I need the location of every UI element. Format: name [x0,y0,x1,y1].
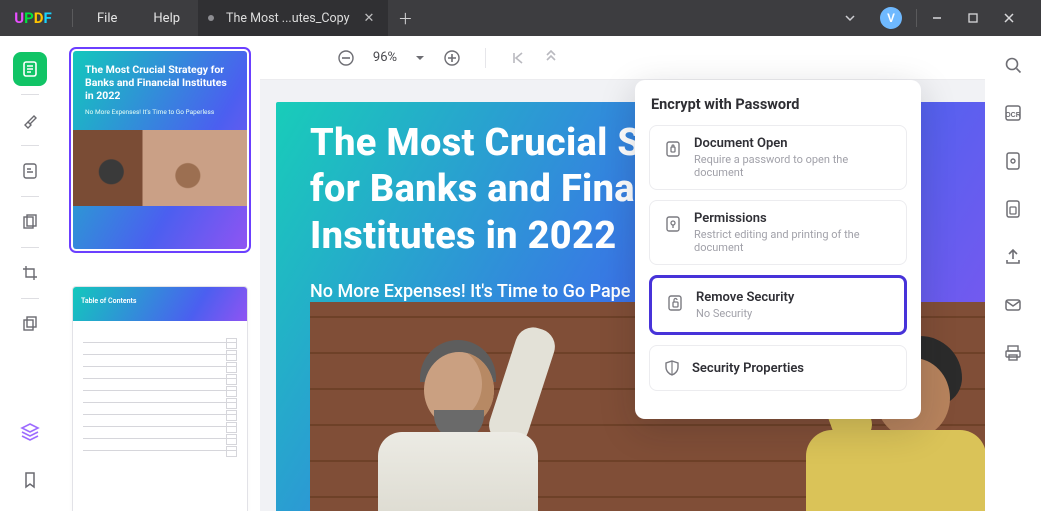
thumb1-image [73,130,247,206]
titlebar: UPDF File Help The Most ...utes_Copy ✕ ＋… [0,0,1041,36]
organize-pages-button[interactable] [13,205,47,239]
toolbar-divider [485,48,486,68]
card-subtitle: Require a password to open the document [694,153,894,179]
card-title: Security Properties [692,361,804,376]
permissions-icon [662,213,684,235]
thumb1-title: The Most Crucial Strategy for Banks and … [85,63,235,102]
card-subtitle: Restrict editing and printing of the doc… [694,228,894,254]
window-maximize-button[interactable] [967,12,995,24]
layers-button[interactable] [13,415,47,449]
thumbnail-page-2[interactable]: Table of Contents [72,286,248,511]
zoom-out-button[interactable] [337,49,355,67]
card-title: Document Open [694,136,894,151]
edit-text-button[interactable] [13,154,47,188]
protect-icon[interactable] [1000,148,1026,174]
shield-icon [662,358,682,378]
rail-separator [21,94,39,95]
right-tool-rail: OCR [985,36,1041,511]
rail-separator [21,196,39,197]
document-tab[interactable]: The Most ...utes_Copy ✕ [198,0,388,36]
thumb2-toc: Table of Contents [81,297,239,305]
crop-tool-button[interactable] [13,256,47,290]
close-tab-icon[interactable]: ✕ [364,11,375,26]
view-toolbar: 96% [260,36,985,80]
menu-file[interactable]: File [79,11,135,26]
card-subtitle: No Security [696,307,892,320]
card-remove-security[interactable]: Remove Security No Security [649,275,907,335]
window-minimize-button[interactable] [931,12,959,24]
rail-separator [21,145,39,146]
card-title: Permissions [694,211,894,226]
person-left [362,332,572,511]
popover-heading: Encrypt with Password [651,96,905,113]
print-icon[interactable] [1000,340,1026,366]
zoom-in-button[interactable] [443,49,461,67]
thumbnail-panel: The Most Crucial Strategy for Banks and … [60,36,260,511]
window-close-button[interactable] [1003,12,1031,24]
menu-help[interactable]: Help [135,11,198,26]
card-title: Remove Security [696,290,892,305]
separator [72,9,73,27]
tab-indicator [208,15,214,21]
card-security-properties[interactable]: Security Properties [649,345,907,391]
zoom-level-text: 96% [373,50,397,65]
app-logo: UPDF [0,9,66,27]
share-icon[interactable] [1000,244,1026,270]
thumb2-lines [73,321,247,472]
user-avatar[interactable]: V [880,7,902,29]
rail-separator [21,298,39,299]
first-page-button[interactable] [510,50,526,66]
workspace: The Most Crucial Strategy for Banks and … [0,36,1041,511]
email-icon[interactable] [1000,292,1026,318]
search-icon[interactable] [1000,52,1026,78]
batch-tool-button[interactable] [13,307,47,341]
card-permissions[interactable]: Permissions Restrict editing and printin… [649,200,907,265]
rail-separator [21,247,39,248]
tab-title: The Most ...utes_Copy [226,11,349,26]
zoom-dropdown-icon[interactable] [415,53,425,63]
thumbnail-page-1[interactable]: The Most Crucial Strategy for Banks and … [72,50,248,250]
left-tool-rail [0,36,60,511]
separator [916,9,917,27]
document-canvas: 96% The Most Crucial Str for Banks and F… [260,36,985,511]
bookmark-button[interactable] [13,463,47,497]
redact-icon[interactable] [1000,196,1026,222]
encrypt-popover: Encrypt with Password Document Open Requ… [635,80,921,419]
card-document-open[interactable]: Document Open Require a password to open… [649,125,907,190]
add-tab-button[interactable]: ＋ [388,8,422,29]
ocr-icon[interactable]: OCR [1000,100,1026,126]
prev-page-button[interactable] [544,50,560,66]
thumb1-subtitle: No More Expenses! It's Time to Go Paperl… [85,108,235,116]
svg-text:OCR: OCR [1005,112,1021,119]
unlock-icon [664,292,686,314]
chevron-down-icon[interactable] [844,12,872,24]
lock-icon [662,138,684,160]
reader-mode-button[interactable] [13,52,47,86]
highlight-tool-button[interactable] [13,103,47,137]
